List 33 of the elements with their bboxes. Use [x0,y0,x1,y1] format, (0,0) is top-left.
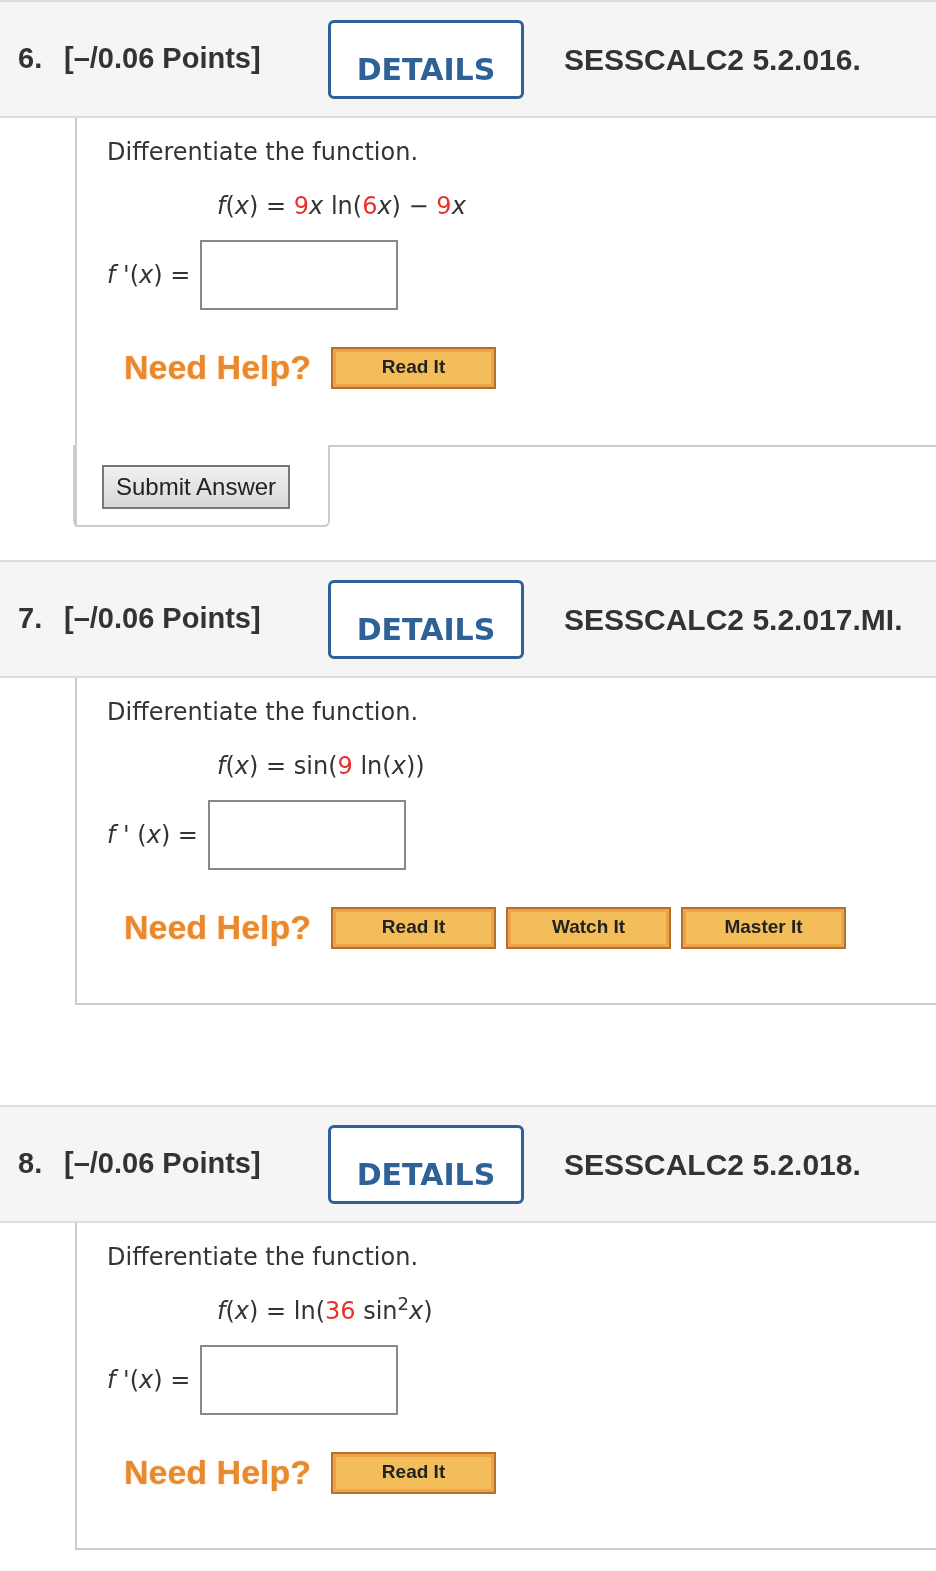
need-help-label: Need Help? [124,347,312,388]
prompt-text: Differentiate the function. [107,698,419,726]
answer-field[interactable] [208,800,406,870]
problem-reference: SESSCALC2 5.2.016. [564,41,861,78]
details-button[interactable]: DETAILS [328,19,524,99]
answer-field[interactable] [200,1345,399,1415]
answer-field[interactable] [200,240,399,310]
details-button[interactable]: DETAILS [328,1124,524,1204]
submit-button[interactable]: Submit Answer [102,465,291,509]
question-number: 8. [18,1146,44,1182]
prompt-text: Differentiate the function. [107,138,419,166]
points-label: [–/0.06 Points] [64,601,262,637]
problem-reference: SESSCALC2 5.2.018. [564,1146,861,1183]
help-button[interactable]: Read It [331,906,497,949]
function-formula: f(x) = sin(9 ln(x)) [217,752,425,780]
question-number: 6. [18,41,44,77]
function-formula: f(x) = ln(36 sin$^{2}$x) [217,1297,433,1325]
prompt-text: Differentiate the function. [107,1243,419,1271]
help-button[interactable]: Read It [331,1451,497,1494]
problem-reference: SESSCALC2 5.2.017.MI. [564,601,903,638]
details-button[interactable]: DETAILS [328,579,524,659]
derivative-label: f '(x) = [107,260,191,291]
function-formula: f(x) = 9x ln(6x) − 9x [217,192,466,220]
points-label: [–/0.06 Points] [64,1146,262,1182]
question-number: 7. [18,601,44,637]
help-button[interactable]: Watch It [506,906,672,949]
derivative-label: f '(x) = [107,1365,191,1396]
need-help-label: Need Help? [124,907,312,948]
help-button[interactable]: Master It [681,906,847,949]
need-help-label: Need Help? [124,1452,312,1493]
derivative-label: f ' (x) = [107,820,198,851]
points-label: [–/0.06 Points] [64,41,262,77]
help-button[interactable]: Read It [331,346,497,389]
